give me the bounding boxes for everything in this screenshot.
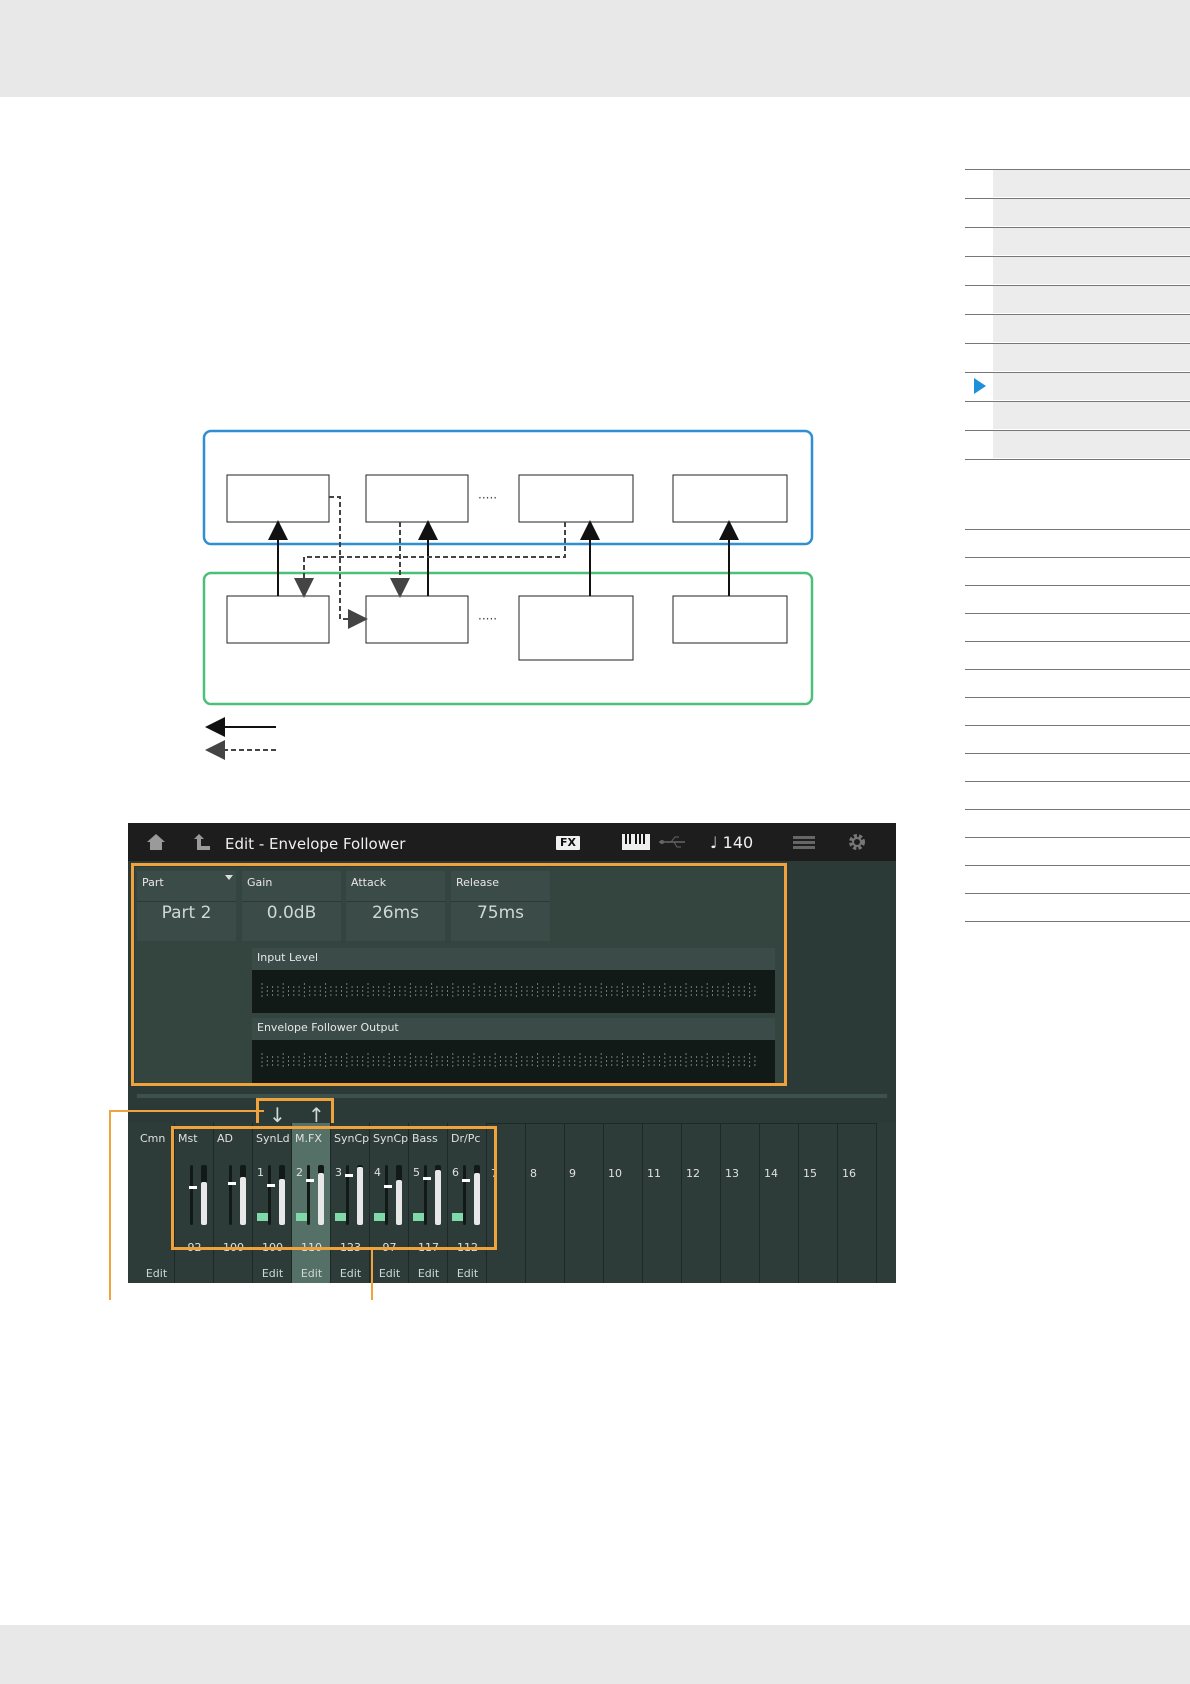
callout-lines xyxy=(109,1110,373,1300)
